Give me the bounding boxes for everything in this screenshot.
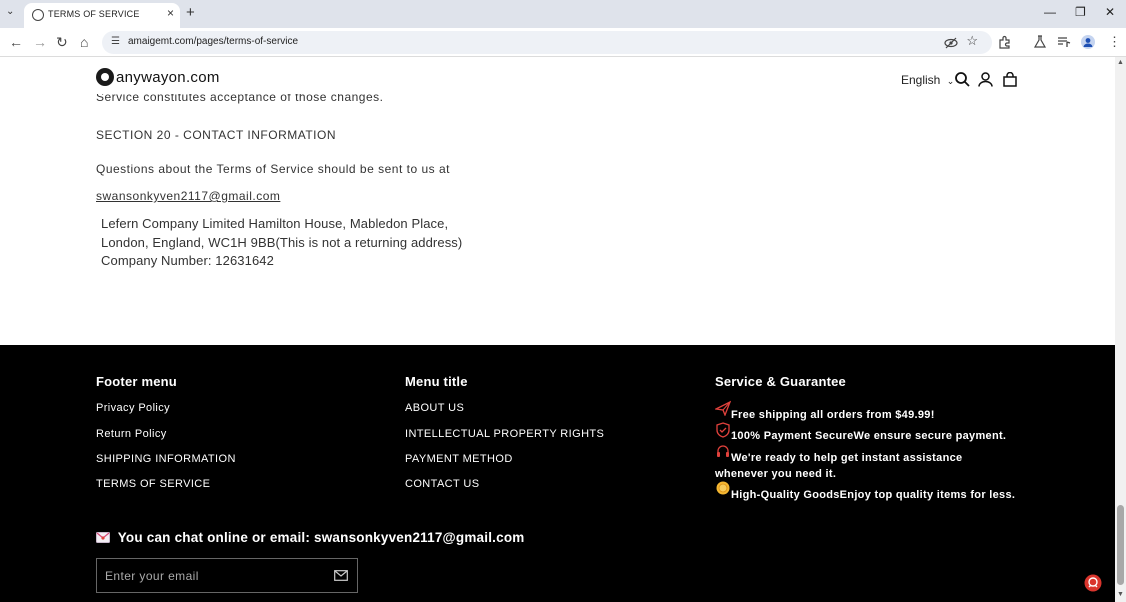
language-label: English — [901, 73, 941, 87]
questions-text: Questions about the Terms of Service sho… — [96, 162, 450, 176]
newsletter-email-input[interactable] — [105, 567, 325, 585]
tab-title: TERMS OF SERVICE — [48, 9, 140, 19]
scrollbar-thumb[interactable] — [1117, 505, 1124, 585]
service-guarantee-title: Service & Guarantee — [715, 374, 846, 389]
scroll-down-arrow-icon[interactable]: ▼ — [1117, 591, 1124, 598]
extensions-icon[interactable] — [998, 35, 1012, 49]
browser-tab-bar: ⌄ TERMS OF SERVICE × + — ❐ ✕ — [0, 0, 1126, 28]
company-number: Company Number: 12631642 — [101, 253, 274, 268]
back-icon[interactable]: ← — [9, 34, 23, 50]
chevron-down-icon: ⌄ — [946, 76, 955, 86]
envelope-emoji-icon — [96, 532, 110, 543]
home-icon[interactable]: ⌂ — [80, 34, 88, 50]
section-title: SECTION 20 - CONTACT INFORMATION — [96, 128, 337, 142]
footer-link-shipping-information[interactable]: SHIPPING INFORMATION — [96, 453, 236, 465]
minimize-icon[interactable]: — — [1044, 5, 1056, 19]
close-tab-icon[interactable]: × — [167, 6, 174, 20]
reload-icon[interactable]: ↻ — [56, 34, 68, 51]
chat-widget-icon[interactable] — [1084, 574, 1102, 592]
cart-bag-icon[interactable] — [1003, 72, 1017, 87]
account-icon[interactable] — [978, 72, 993, 87]
address-line-1: Lefern Company Limited Hamilton House, M… — [101, 216, 449, 231]
restore-icon[interactable]: ❐ — [1075, 5, 1086, 19]
badge-quality-icon — [716, 481, 730, 495]
service-item-free-shipping: Free shipping all orders from $49.99! — [731, 409, 935, 421]
media-controls-icon[interactable] — [1057, 35, 1071, 49]
bookmark-star-icon[interactable]: ☆ — [966, 33, 978, 49]
footer-link-contact-us[interactable]: CONTACT US — [405, 478, 480, 490]
service-item-quality-goods: High-Quality GoodsEnjoy top quality item… — [731, 489, 1016, 501]
scroll-up-arrow-icon[interactable]: ▲ — [1117, 59, 1124, 66]
footer-link-payment-method[interactable]: PAYMENT METHOD — [405, 453, 513, 465]
service-item-secure-payment: 100% Payment SecureWe ensure secure paym… — [731, 430, 1007, 442]
mail-submit-icon[interactable] — [334, 570, 348, 581]
cut-off-paragraph: Service constitutes acceptance of those … — [96, 94, 384, 108]
footer-link-terms-of-service[interactable]: TERMS OF SERVICE — [96, 478, 210, 490]
menu-title-heading: Menu title — [405, 374, 468, 389]
profile-avatar-icon[interactable] — [1081, 35, 1095, 49]
logo-text[interactable]: anywayon.com — [116, 69, 220, 86]
browser-toolbar: ← → ↻ ⌂ ☰ amaigemt.com/pages/terms-of-se… — [0, 28, 1126, 57]
footer-link-about-us[interactable]: ABOUT US — [405, 402, 464, 414]
site-header: anywayon.com English ⌄ — [0, 58, 1115, 94]
footer-menu-title: Footer menu — [96, 374, 177, 389]
footer-link-privacy-policy[interactable]: Privacy Policy — [96, 402, 170, 414]
contact-line-text: You can chat online or email: swansonkyv… — [117, 530, 525, 545]
forward-icon[interactable]: → — [33, 34, 47, 50]
cut-off-text: Service constitutes acceptance of those … — [96, 94, 384, 104]
contact-email-link[interactable]: swansonkyven2117@gmail.com — [96, 189, 280, 203]
newsletter-form — [96, 558, 358, 593]
address-bar[interactable]: ☰ amaigemt.com/pages/terms-of-service ☆ — [102, 31, 992, 54]
browser-menu-icon[interactable]: ⋮ — [1108, 34, 1121, 50]
eye-off-icon[interactable] — [944, 36, 958, 50]
window-close-icon[interactable]: ✕ — [1105, 5, 1115, 19]
footer-link-return-policy[interactable]: Return Policy — [96, 428, 167, 440]
contact-line: You can chat online or email: swansonkyv… — [96, 530, 524, 545]
globe-icon — [32, 9, 44, 21]
site-settings-icon[interactable]: ☰ — [111, 36, 120, 47]
language-selector[interactable]: English ⌄ — [901, 73, 954, 87]
page-scrollbar[interactable]: ▲ ▼ — [1115, 57, 1126, 602]
service-item-support: We're ready to help get instant assistan… — [715, 452, 963, 480]
search-icon[interactable] — [955, 72, 970, 87]
shield-icon — [716, 422, 730, 438]
logo-icon[interactable] — [96, 68, 114, 86]
footer-link-intellectual-property[interactable]: INTELLECTUAL PROPERTY RIGHTS — [405, 428, 604, 440]
labs-flask-icon[interactable] — [1033, 35, 1047, 49]
plane-icon — [715, 400, 731, 416]
browser-tab[interactable]: TERMS OF SERVICE × — [24, 3, 180, 28]
new-tab-icon[interactable]: + — [186, 4, 195, 21]
tab-list-chevron-icon[interactable]: ⌄ — [6, 6, 14, 17]
address-line-2: London, England, WC1H 9BB(This is not a … — [101, 235, 463, 250]
url-text: amaigemt.com/pages/terms-of-service — [128, 36, 299, 47]
